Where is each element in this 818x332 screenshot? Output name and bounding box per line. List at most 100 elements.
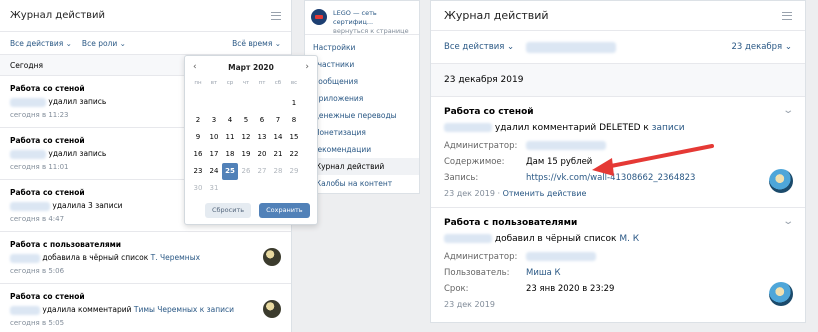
user-row: Пользователь: Миша К (444, 268, 561, 278)
actions-filter[interactable]: Все действия ⌄ (10, 39, 72, 48)
blurred-admin[interactable] (526, 141, 606, 150)
calendar-day[interactable]: 10 (206, 129, 222, 146)
weekday-label: сб (274, 80, 282, 86)
calendar-empty-cell (270, 95, 286, 112)
calendar-day: 30 (193, 184, 203, 192)
term-value: 23 янв 2020 в 23:29 (526, 284, 615, 294)
calendar-day[interactable]: 3 (206, 112, 222, 129)
next-month-icon[interactable]: › (305, 62, 309, 72)
calendar-day[interactable]: 18 (222, 146, 238, 163)
blurred-name[interactable] (10, 149, 46, 159)
save-button[interactable]: Сохранить (259, 203, 310, 218)
content-row: Содержимое: Дам 15 рублей (444, 157, 593, 167)
calendar-day[interactable]: 12 (238, 129, 254, 146)
undo-action-link[interactable]: Отменить действие (503, 189, 587, 198)
time-filter[interactable]: Всё время ⌄ (232, 39, 281, 48)
calendar-day[interactable]: 20 (254, 146, 270, 163)
nav-item-apps[interactable]: Приложения (305, 90, 419, 107)
nav-item-settings[interactable]: Настройки (305, 39, 419, 56)
log-entry: Работа с пользователями добавила в чёрны… (0, 232, 291, 284)
calendar-day[interactable]: 8 (286, 112, 302, 129)
actions-filter[interactable]: Все действия ⌄ (444, 42, 514, 52)
menu-icon[interactable] (782, 11, 792, 20)
blurred-admin[interactable] (526, 252, 596, 261)
weekday-label: вт (210, 80, 218, 86)
post-link[interactable]: записи (652, 123, 685, 133)
calendar-empty-cell (238, 180, 254, 197)
card-footer: 23 дек 2019 · Отменить действие (444, 189, 587, 198)
calendar-day[interactable]: 24 (206, 163, 222, 180)
calendar-empty-cell (238, 95, 254, 112)
calendar-day[interactable]: 22 (286, 146, 302, 163)
calendar-day[interactable]: 19 (238, 146, 254, 163)
avatar[interactable] (263, 248, 281, 266)
entry-desc: удалила комментарий Тимы Черемных к запи… (10, 305, 281, 315)
calendar-day[interactable]: 25 (222, 163, 238, 180)
date-picker-popup: ‹ Март 2020 › пн вт ср чт пт сб вс 1 2 3 4 5 6 7 8 9 10 1… (184, 55, 318, 225)
calendar-day[interactable]: 16 (190, 146, 206, 163)
calendar-header: ‹ Март 2020 › (185, 56, 317, 78)
card-footer: 23 дек 2019 (444, 300, 495, 309)
calendar-day[interactable]: 2 (190, 112, 206, 129)
page-title: Журнал действий (444, 9, 549, 22)
calendar-day[interactable]: 6 (254, 112, 270, 129)
calendar-day[interactable]: 14 (270, 129, 286, 146)
calendar-day[interactable]: 13 (254, 129, 270, 146)
community-name[interactable]: LEGO — сеть сертифиц... (333, 9, 413, 27)
community-nav: Настройки Участники Сообщения Приложения… (305, 35, 419, 192)
blurred-name[interactable] (10, 253, 40, 263)
calendar-day[interactable]: 4 (222, 112, 238, 129)
nav-item-recommendations[interactable]: Рекомендации (305, 141, 419, 158)
calendar-day[interactable]: 9 (190, 129, 206, 146)
blurred-name[interactable] (10, 201, 50, 211)
avatar[interactable] (769, 282, 793, 306)
nav-item-messages[interactable]: Сообщения (305, 73, 419, 90)
weekday-label: пт (258, 80, 266, 86)
chevron-down-icon[interactable]: ⌄ (782, 216, 794, 227)
card-desc: удалил комментарий DELETED к записи (444, 123, 792, 133)
calendar-day[interactable]: 17 (206, 146, 222, 163)
calendar-day[interactable]: 11 (222, 129, 238, 146)
calendar-day: 28 (273, 167, 283, 175)
post-url-link[interactable]: https://vk.com/wall-41308662_2364823 (526, 173, 695, 183)
nav-item-transfers[interactable]: Денежные переводы (305, 107, 419, 124)
target-link[interactable]: Тимы Черемных к записи (134, 305, 234, 314)
prev-month-icon[interactable]: ‹ (193, 62, 197, 72)
date-filter[interactable]: 23 декабря ⌄ (731, 42, 792, 52)
calendar-day: 29 (289, 167, 299, 175)
calendar-grid: пн вт ср чт пт сб вс 1 2 3 4 5 6 7 8 9 10 11 12 13 14 15 16 17 1… (185, 78, 317, 197)
calendar-day[interactable]: 7 (270, 112, 286, 129)
calendar-empty-cell (254, 95, 270, 112)
calendar-day[interactable]: 21 (270, 146, 286, 163)
community-header[interactable]: LEGO — сеть сертифиц... вернуться к стра… (305, 1, 419, 35)
blurred-name[interactable] (10, 97, 46, 107)
user-value[interactable]: Миша К (526, 268, 561, 278)
menu-icon[interactable] (271, 11, 281, 20)
calendar-day[interactable]: 23 (190, 163, 206, 180)
blurred-name[interactable] (444, 123, 492, 132)
nav-item-members[interactable]: Участники (305, 56, 419, 73)
weekday-label: вс (290, 80, 298, 86)
blurred-name[interactable] (10, 305, 40, 315)
nav-item-reports[interactable]: Жалобы на контент (305, 175, 419, 192)
target-link[interactable]: Т. Черемных (151, 253, 200, 262)
calendar-empty-cell (254, 180, 270, 197)
blurred-search[interactable] (526, 41, 617, 53)
calendar-empty-cell (270, 180, 286, 197)
nav-item-action-log[interactable]: Журнал действий (305, 158, 419, 175)
avatar[interactable] (769, 169, 793, 193)
blurred-name[interactable] (444, 234, 492, 243)
roles-filter[interactable]: Все роли ⌄ (82, 39, 126, 48)
avatar[interactable] (263, 300, 281, 318)
reset-button[interactable]: Сбросить (205, 203, 252, 218)
back-link[interactable]: вернуться к странице (333, 27, 413, 36)
log-card: ⌄ Работа с пользователями добавил в чёрн… (431, 208, 805, 320)
user-link[interactable]: М. К (619, 234, 639, 244)
calendar-day[interactable]: 5 (238, 112, 254, 129)
chevron-down-icon[interactable]: ⌄ (782, 105, 794, 116)
calendar-day[interactable]: 15 (286, 129, 302, 146)
nav-item-monetization[interactable]: Монетизация (305, 124, 419, 141)
calendar-day[interactable]: 1 (286, 95, 302, 112)
calendar-empty-cell (222, 95, 238, 112)
community-logo-icon (311, 9, 327, 25)
